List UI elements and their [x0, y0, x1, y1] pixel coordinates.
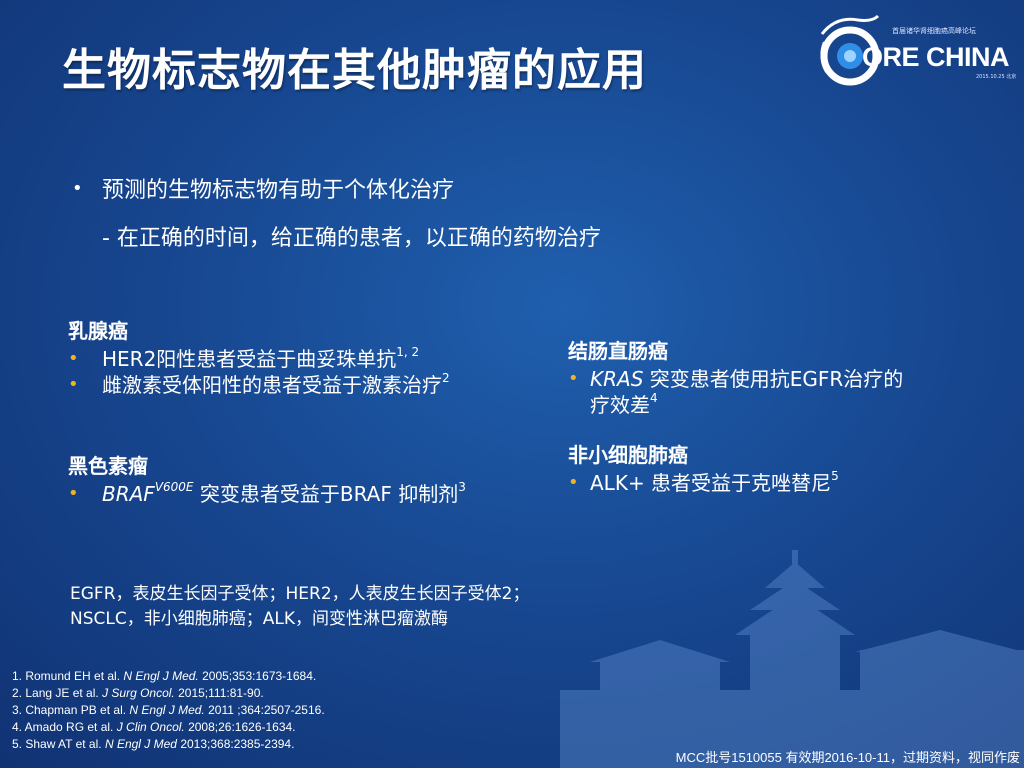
bullet-dot: • [568, 472, 579, 493]
nsclc-block: 非小细胞肺癌 • ALK+ 患者受益于克唑替尼5 [568, 442, 988, 496]
temple-skyline-decoration [560, 550, 1024, 768]
breast-item-her2: • HER2阳性患者受益于曲妥珠单抗1, 2 [68, 346, 498, 372]
colorectal-gene: KRAS [590, 367, 644, 391]
logo-text: ORE CHINA [862, 42, 1010, 72]
melanoma-block: 黑色素瘤 • BRAFV600E 突变患者受益于BRAF 抑制剂3 [68, 453, 498, 507]
ref-authors: 3. Chapman PB et al. [12, 703, 130, 717]
breast-item1-text: HER2阳性患者受益于曲妥珠单抗 [102, 347, 397, 371]
core-china-logo: 首届诸华肾细胞癌高峰论坛 ORE CHINA 2015.10.25 北京 [808, 12, 1018, 90]
logo-subtitle: 首届诸华肾细胞癌高峰论坛 [892, 27, 976, 35]
ref-authors: 4. Amado RG et al. [12, 720, 117, 734]
abbreviation-line: NSCLC，非小细胞肺癌；ALK，间变性淋巴瘤激酶 [70, 609, 448, 629]
footer-approval-note: MCC批号1510055 有效期2016-10-11，过期资料，视同作废 [675, 750, 1020, 765]
reference-item: 3. Chapman PB et al. N Engl J Med. 2011 … [12, 702, 325, 719]
reference-item: 5. Shaw AT et al. N Engl J Med 2013;368:… [12, 736, 325, 753]
ref-citation: 2005;353:1673-1684. [198, 669, 317, 683]
page-title: 生物标志物在其他肿瘤的应用 [62, 45, 647, 96]
ref-citation: 2011 ;364:2507-2516. [204, 703, 325, 717]
melanoma-mutation: V600E [154, 480, 194, 495]
bullet-dot: • [68, 483, 79, 504]
breast-item2-ref: 2 [442, 371, 450, 386]
nsclc-item: • ALK+ 患者受益于克唑替尼5 [568, 470, 988, 496]
melanoma-ref: 3 [458, 480, 466, 495]
bullet-dot: • [68, 374, 79, 395]
ref-journal: J Surg Oncol. [102, 686, 175, 700]
ref-citation: 2013;368:2385-2394. [176, 737, 295, 751]
breast-heading: 乳腺癌 [68, 319, 128, 343]
ref-authors: 1. Romund EH et al. [12, 669, 124, 683]
intro-sub-text: - 在正确的时间，给正确的患者，以正确的药物治疗 [102, 226, 601, 251]
ref-citation: 2008;26:1626-1634. [184, 720, 296, 734]
bullet-dot: • [568, 368, 579, 389]
ref-journal: J Clin Oncol. [116, 720, 185, 734]
colorectal-ref: 4 [650, 391, 658, 406]
nsclc-heading: 非小细胞肺癌 [568, 443, 688, 467]
reference-item: 2. Lang JE et al. J Surg Oncol. 2015;111… [12, 685, 325, 702]
intro-section: • 预测的生物标志物有助于个体化治疗 - 在正确的时间，给正确的患者，以正确的药… [72, 172, 601, 252]
logo-date: 2015.10.25 北京 [976, 74, 1017, 80]
nsclc-ref: 5 [831, 469, 839, 484]
melanoma-item: • BRAFV600E 突变患者受益于BRAF 抑制剂3 [68, 481, 498, 507]
reference-item: 1. Romund EH et al. N Engl J Med. 2005;3… [12, 668, 325, 685]
breast-item-er: • 雌激素受体阳性的患者受益于激素治疗2 [68, 372, 502, 398]
melanoma-gene: BRAF [102, 482, 155, 506]
intro-subpoint: - 在正确的时间，给正确的患者，以正确的药物治疗 [72, 220, 601, 252]
nsclc-text: ALK+ 患者受益于克唑替尼 [590, 471, 832, 495]
breast-cancer-block: 乳腺癌 • HER2阳性患者受益于曲妥珠单抗1, 2 • 雌激素受体阳性的患者受… [68, 318, 498, 398]
ref-citation: 2015;111:81-90. [174, 686, 264, 700]
colorectal-item: • KRAS 突变患者使用抗EGFR治疗的疗效差4 [568, 366, 910, 418]
breast-item2-text: 雌激素受体阳性的患者受益于激素治疗 [102, 373, 442, 397]
abbreviations: EGFR，表皮生长因子受体；HER2，人表皮生长因子受体2； NSCLC，非小细… [70, 582, 529, 632]
ref-authors: 5. Shaw AT et al. [12, 737, 105, 751]
breast-item1-ref: 1, 2 [396, 345, 420, 360]
abbreviation-line: EGFR，表皮生长因子受体；HER2，人表皮生长因子受体2； [70, 584, 530, 604]
ref-journal: N Engl J Med. [123, 669, 199, 683]
ref-authors: 2. Lang JE et al. [12, 686, 103, 700]
colorectal-heading: 结肠直肠癌 [568, 339, 668, 363]
melanoma-heading: 黑色素瘤 [68, 454, 148, 478]
intro-bullet-text: 预测的生物标志物有助于个体化治疗 [102, 178, 455, 203]
intro-bullet: • 预测的生物标志物有助于个体化治疗 [72, 172, 601, 204]
ref-journal: N Engl J Med. [129, 703, 205, 717]
references: 1. Romund EH et al. N Engl J Med. 2005;3… [12, 668, 325, 753]
bullet-dot: • [72, 177, 83, 199]
reference-item: 4. Amado RG et al. J Clin Oncol. 2008;26… [12, 719, 325, 736]
melanoma-text: 突变患者受益于BRAF 抑制剂 [193, 482, 459, 506]
colorectal-block: 结肠直肠癌 • KRAS 突变患者使用抗EGFR治疗的疗效差4 [568, 338, 968, 418]
bullet-dot: • [68, 348, 79, 369]
ref-journal: N Engl J Med [104, 737, 177, 751]
